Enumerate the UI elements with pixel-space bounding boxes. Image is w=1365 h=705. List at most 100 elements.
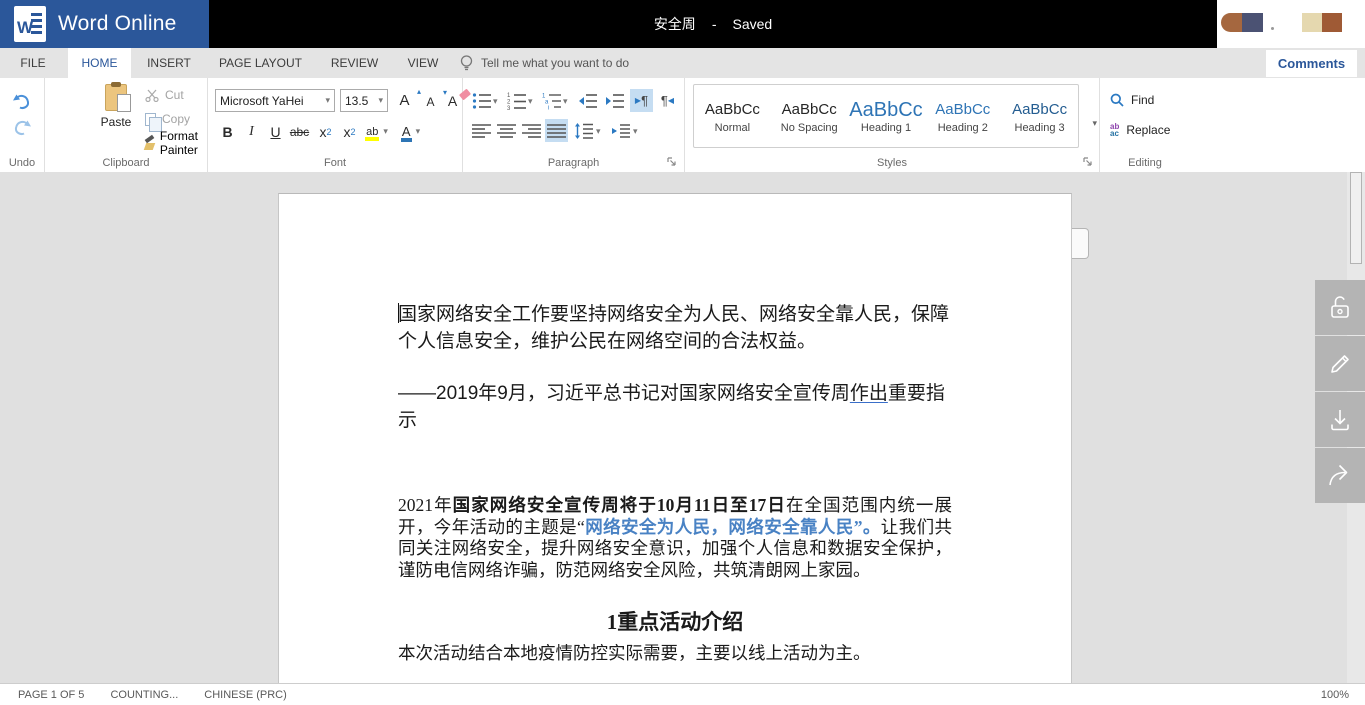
app-logo-block[interactable]: W Word Online xyxy=(0,0,209,48)
style-heading-2[interactable]: AaBbCc Heading 2 xyxy=(924,99,1001,134)
bullet-list-icon xyxy=(472,92,492,110)
avatar-segment xyxy=(1242,13,1263,32)
edit-button[interactable] xyxy=(1315,336,1365,391)
document-page[interactable]: 国家网络安全工作要坚持网络安全为人民、网络安全靠人民，保障个人信息安全，维护公民… xyxy=(278,193,1072,683)
find-label: Find xyxy=(1131,93,1154,107)
section-heading[interactable]: 1重点活动介绍 xyxy=(398,606,952,636)
align-right-button[interactable] xyxy=(520,119,543,142)
redo-button[interactable] xyxy=(12,118,32,136)
font-size-select[interactable]: 13.5 ▾ xyxy=(340,89,388,112)
chevron-down-icon[interactable]: ▾ xyxy=(493,96,498,107)
paragraph-intro[interactable]: 2021年国家网络安全宣传周将于10月11日至17日在全国范围内统一展开，今年活… xyxy=(398,495,952,581)
line-spacing-button[interactable] xyxy=(572,119,595,142)
replace-button[interactable]: ab ac Replace xyxy=(1110,123,1170,137)
title-separator: - xyxy=(712,16,717,32)
tab-view[interactable]: VIEW xyxy=(399,48,447,78)
paragraph-attribution[interactable]: ——2019年9月，习近平总书记对国家网络安全宣传周作出重要指示 xyxy=(398,380,952,434)
bold-text: 国家网络安全宣传周将于10月11日至17日 xyxy=(453,495,786,515)
paste-button[interactable]: Paste xyxy=(95,84,137,148)
ltr-text-direction-button[interactable]: ▶¶ xyxy=(630,89,653,112)
multilevel-list-button[interactable]: 1ai xyxy=(540,89,563,112)
status-bar: PAGE 1 OF 5 COUNTING... CHINESE (PRC) 10… xyxy=(0,683,1365,705)
highlight-color-button[interactable]: ab ▾ xyxy=(362,120,392,143)
increase-indent-button[interactable] xyxy=(603,89,626,112)
document-content[interactable]: 国家网络安全工作要坚持网络安全为人民、网络安全靠人民，保障个人信息安全，维护公民… xyxy=(279,194,1071,683)
find-button[interactable]: Find xyxy=(1110,93,1154,107)
word-logo-icon: W xyxy=(14,6,46,42)
undo-group-label: Undo xyxy=(0,157,44,169)
scrollbar-thumb[interactable] xyxy=(1350,172,1362,264)
chevron-down-icon[interactable]: ▾ xyxy=(563,96,568,107)
replace-icon: ab ac xyxy=(1110,123,1119,137)
styles-dialog-launcher[interactable] xyxy=(1083,157,1093,167)
clear-formatting-button[interactable]: A xyxy=(441,89,464,112)
download-button[interactable] xyxy=(1315,392,1365,447)
style-name: Normal xyxy=(694,122,771,134)
user-avatar[interactable] xyxy=(1221,13,1263,32)
paragraph-dialog-launcher[interactable] xyxy=(667,157,677,167)
cut-button[interactable]: Cut xyxy=(145,86,184,104)
tab-insert[interactable]: INSERT xyxy=(137,48,201,78)
protect-button[interactable] xyxy=(1315,280,1365,335)
style-heading-1[interactable]: AaBbCc Heading 1 xyxy=(848,99,925,134)
tab-file[interactable]: FILE xyxy=(12,48,54,78)
paragraph-activities[interactable]: 本次活动结合本地疫情防控实际需要，主要以线上活动为主。 xyxy=(398,643,952,665)
bold-button[interactable]: B xyxy=(216,120,239,143)
chevron-down-icon[interactable]: ▾ xyxy=(528,96,533,107)
style-preview: AaBbCc xyxy=(1001,99,1078,121)
chevron-down-icon[interactable]: ▾ xyxy=(596,126,601,137)
style-heading-3[interactable]: AaBbCc Heading 3 xyxy=(1001,99,1078,134)
align-right-icon xyxy=(522,123,542,139)
editing-group: Find ab ac Replace Editing xyxy=(1100,78,1190,172)
tab-home[interactable]: HOME xyxy=(68,48,131,78)
shrink-font-button[interactable]: A ▾ xyxy=(419,90,442,113)
subscript-button[interactable]: x2 xyxy=(314,120,337,143)
font-family-select[interactable]: Microsoft YaHei ▾ xyxy=(215,89,335,112)
share-button[interactable] xyxy=(1315,448,1365,503)
tab-review[interactable]: REVIEW xyxy=(321,48,388,78)
tell-me-box[interactable]: Tell me what you want to do xyxy=(460,48,629,78)
chevron-down-icon[interactable]: ▾ xyxy=(633,126,638,137)
copy-button[interactable]: Copy xyxy=(145,110,190,128)
justify-button[interactable] xyxy=(545,119,568,142)
undo-button[interactable] xyxy=(12,92,32,110)
align-center-button[interactable] xyxy=(495,119,518,142)
page-indicator[interactable]: PAGE 1 OF 5 xyxy=(18,689,84,701)
grow-font-button[interactable]: A ▴ xyxy=(393,89,416,112)
user-avatar[interactable] xyxy=(1302,13,1342,32)
paragraph-group-label: Paragraph xyxy=(463,157,684,169)
decrease-indent-button[interactable] xyxy=(576,89,599,112)
clipboard-group-label: Clipboard xyxy=(45,157,207,169)
chevron-down-icon: ▾ xyxy=(383,126,388,137)
special-indent-button[interactable] xyxy=(609,119,632,142)
page-side-tab[interactable] xyxy=(1072,228,1089,259)
unlock-icon xyxy=(1325,293,1355,323)
align-left-button[interactable] xyxy=(470,119,493,142)
comments-button[interactable]: Comments xyxy=(1266,50,1357,77)
superscript-button[interactable]: x2 xyxy=(338,120,361,143)
format-painter-button[interactable]: Format Painter xyxy=(145,134,207,152)
strikethrough-button[interactable]: abc xyxy=(288,120,311,143)
svg-text:2: 2 xyxy=(507,99,511,105)
share-icon xyxy=(1325,461,1355,491)
style-no-spacing[interactable]: AaBbCc No Spacing xyxy=(771,99,848,134)
italic-button[interactable]: I xyxy=(240,120,263,143)
styles-more-button[interactable]: ▾ xyxy=(1092,118,1097,129)
tab-page-layout[interactable]: PAGE LAYOUT xyxy=(213,48,308,78)
rtl-arrow-icon: ◀ xyxy=(668,96,674,105)
paragraph-quote[interactable]: 国家网络安全工作要坚持网络安全为人民、网络安全靠人民，保障个人信息安全，维护公民… xyxy=(398,301,952,355)
font-color-button[interactable]: A ▾ xyxy=(396,120,426,143)
style-preview: AaBbCc xyxy=(771,99,848,121)
rtl-text-direction-button[interactable]: ¶◀ xyxy=(656,89,679,112)
document-title[interactable]: 安全周 xyxy=(654,14,696,34)
numbered-list-button[interactable]: 123 xyxy=(505,89,528,112)
bullet-list-button[interactable] xyxy=(470,89,493,112)
clipboard-icon xyxy=(105,84,127,111)
svg-text:3: 3 xyxy=(507,106,511,110)
language-indicator[interactable]: CHINESE (PRC) xyxy=(204,689,287,701)
style-normal[interactable]: AaBbCc Normal xyxy=(694,99,771,134)
zoom-level[interactable]: 100% xyxy=(1321,689,1349,701)
word-count[interactable]: COUNTING... xyxy=(110,689,178,701)
underline-button[interactable]: U xyxy=(264,120,287,143)
pencil-icon xyxy=(1325,349,1355,379)
